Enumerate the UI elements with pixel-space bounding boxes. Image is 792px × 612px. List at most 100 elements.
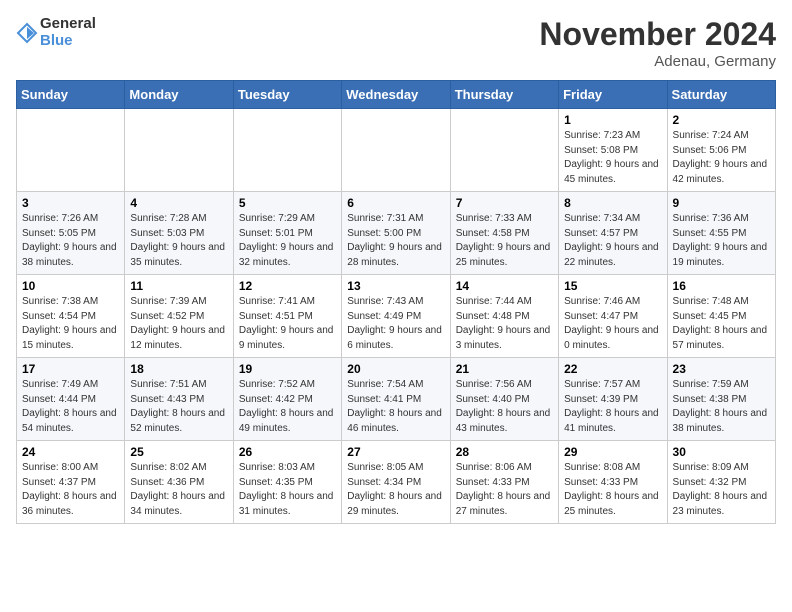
day-number: 28 xyxy=(456,445,553,459)
day-cell: 23 Sunrise: 7:59 AMSunset: 4:38 PMDayligh… xyxy=(667,358,775,441)
day-number: 6 xyxy=(347,196,444,210)
day-cell: 5 Sunrise: 7:29 AMSunset: 5:01 PMDaylight… xyxy=(233,192,341,275)
day-cell xyxy=(450,109,558,192)
day-cell: 17 Sunrise: 7:49 AMSunset: 4:44 PMDayligh… xyxy=(17,358,125,441)
day-info: Sunrise: 7:24 AMSunset: 5:06 PMDaylight:… xyxy=(673,129,770,187)
weekday-header-sunday: Sunday xyxy=(17,81,125,109)
day-cell: 15 Sunrise: 7:46 AMSunset: 4:47 PMDayligh… xyxy=(559,275,667,358)
title-area: November 2024 Adenau, Germany xyxy=(539,16,776,70)
day-cell: 25 Sunrise: 8:02 AMSunset: 4:36 PMDayligh… xyxy=(125,441,233,524)
weekday-header-row: SundayMondayTuesdayWednesdayThursdayFrid… xyxy=(17,81,776,109)
day-info: Sunrise: 8:02 AMSunset: 4:36 PMDaylight:… xyxy=(130,461,227,519)
day-number: 12 xyxy=(239,279,336,293)
day-info: Sunrise: 7:28 AMSunset: 5:03 PMDaylight:… xyxy=(130,212,227,270)
day-number: 16 xyxy=(673,279,770,293)
day-cell: 21 Sunrise: 7:56 AMSunset: 4:40 PMDayligh… xyxy=(450,358,558,441)
day-cell: 8 Sunrise: 7:34 AMSunset: 4:57 PMDaylight… xyxy=(559,192,667,275)
day-number: 25 xyxy=(130,445,227,459)
week-row-3: 10 Sunrise: 7:38 AMSunset: 4:54 PMDayligh… xyxy=(17,275,776,358)
day-number: 27 xyxy=(347,445,444,459)
day-info: Sunrise: 7:34 AMSunset: 4:57 PMDaylight:… xyxy=(564,212,661,270)
weekday-header-wednesday: Wednesday xyxy=(342,81,450,109)
day-cell xyxy=(17,109,125,192)
day-number: 19 xyxy=(239,362,336,376)
day-number: 23 xyxy=(673,362,770,376)
day-cell: 28Sunrise: 8:06 AMSunset: 4:33 PMDayligh… xyxy=(450,441,558,524)
day-info: Sunrise: 7:54 AMSunset: 4:41 PMDaylight:… xyxy=(347,378,444,436)
logo: General Blue xyxy=(16,16,96,49)
day-number: 21 xyxy=(456,362,553,376)
day-number: 14 xyxy=(456,279,553,293)
weekday-header-thursday: Thursday xyxy=(450,81,558,109)
day-number: 24 xyxy=(22,445,119,459)
day-info: Sunrise: 7:38 AMSunset: 4:54 PMDaylight:… xyxy=(22,295,119,353)
day-cell: 6 Sunrise: 7:31 AMSunset: 5:00 PMDaylight… xyxy=(342,192,450,275)
day-number: 11 xyxy=(130,279,227,293)
day-cell xyxy=(233,109,341,192)
day-info: Sunrise: 7:48 AMSunset: 4:45 PMDaylight:… xyxy=(673,295,770,353)
day-info: Sunrise: 7:39 AMSunset: 4:52 PMDaylight:… xyxy=(130,295,227,353)
day-number: 17 xyxy=(22,362,119,376)
day-number: 29 xyxy=(564,445,661,459)
day-info: Sunrise: 7:49 AMSunset: 4:44 PMDaylight:… xyxy=(22,378,119,436)
weekday-header-monday: Monday xyxy=(125,81,233,109)
day-number: 7 xyxy=(456,196,553,210)
day-info: Sunrise: 8:05 AMSunset: 4:34 PMDaylight:… xyxy=(347,461,444,519)
day-number: 2 xyxy=(673,113,770,127)
day-info: Sunrise: 7:31 AMSunset: 5:00 PMDaylight:… xyxy=(347,212,444,270)
day-cell: 12Sunrise: 7:41 AMSunset: 4:51 PMDayligh… xyxy=(233,275,341,358)
day-cell xyxy=(342,109,450,192)
day-number: 1 xyxy=(564,113,661,127)
day-info: Sunrise: 8:00 AMSunset: 4:37 PMDaylight:… xyxy=(22,461,119,519)
day-number: 10 xyxy=(22,279,119,293)
day-info: Sunrise: 7:33 AMSunset: 4:58 PMDaylight:… xyxy=(456,212,553,270)
day-number: 30 xyxy=(673,445,770,459)
day-number: 13 xyxy=(347,279,444,293)
day-info: Sunrise: 7:43 AMSunset: 4:49 PMDaylight:… xyxy=(347,295,444,353)
day-number: 4 xyxy=(130,196,227,210)
day-info: Sunrise: 7:51 AMSunset: 4:43 PMDaylight:… xyxy=(130,378,227,436)
day-info: Sunrise: 7:59 AMSunset: 4:38 PMDaylight:… xyxy=(673,378,770,436)
day-info: Sunrise: 7:44 AMSunset: 4:48 PMDaylight:… xyxy=(456,295,553,353)
day-info: Sunrise: 7:36 AMSunset: 4:55 PMDaylight:… xyxy=(673,212,770,270)
day-info: Sunrise: 7:46 AMSunset: 4:47 PMDaylight:… xyxy=(564,295,661,353)
day-number: 22 xyxy=(564,362,661,376)
day-info: Sunrise: 8:08 AMSunset: 4:33 PMDaylight:… xyxy=(564,461,661,519)
header: General Blue November 2024 Adenau, Germa… xyxy=(16,16,776,70)
day-cell: 2 Sunrise: 7:24 AMSunset: 5:06 PMDaylight… xyxy=(667,109,775,192)
day-number: 20 xyxy=(347,362,444,376)
day-cell: 19 Sunrise: 7:52 AMSunset: 4:42 PMDayligh… xyxy=(233,358,341,441)
day-cell: 9 Sunrise: 7:36 AMSunset: 4:55 PMDaylight… xyxy=(667,192,775,275)
day-number: 5 xyxy=(239,196,336,210)
day-info: Sunrise: 7:26 AMSunset: 5:05 PMDaylight:… xyxy=(22,212,119,270)
day-number: 3 xyxy=(22,196,119,210)
day-cell: 1 Sunrise: 7:23 AMSunset: 5:08 PMDaylight… xyxy=(559,109,667,192)
calendar-table: SundayMondayTuesdayWednesdayThursdayFrid… xyxy=(16,80,776,524)
day-cell: 14 Sunrise: 7:44 AMSunset: 4:48 PMDayligh… xyxy=(450,275,558,358)
day-cell: 30Sunrise: 8:09 AMSunset: 4:32 PMDayligh… xyxy=(667,441,775,524)
day-info: Sunrise: 7:56 AMSunset: 4:40 PMDaylight:… xyxy=(456,378,553,436)
day-cell: 3 Sunrise: 7:26 AMSunset: 5:05 PMDaylight… xyxy=(17,192,125,275)
week-row-5: 24 Sunrise: 8:00 AMSunset: 4:37 PMDayligh… xyxy=(17,441,776,524)
day-info: Sunrise: 7:52 AMSunset: 4:42 PMDaylight:… xyxy=(239,378,336,436)
day-cell: 10 Sunrise: 7:38 AMSunset: 4:54 PMDayligh… xyxy=(17,275,125,358)
day-cell: 26Sunrise: 8:03 AMSunset: 4:35 PMDayligh… xyxy=(233,441,341,524)
day-info: Sunrise: 7:23 AMSunset: 5:08 PMDaylight:… xyxy=(564,129,661,187)
day-cell: 11 Sunrise: 7:39 AMSunset: 4:52 PMDayligh… xyxy=(125,275,233,358)
day-number: 18 xyxy=(130,362,227,376)
day-number: 15 xyxy=(564,279,661,293)
weekday-header-friday: Friday xyxy=(559,81,667,109)
day-cell: 22Sunrise: 7:57 AMSunset: 4:39 PMDayligh… xyxy=(559,358,667,441)
day-cell: 18 Sunrise: 7:51 AMSunset: 4:43 PMDayligh… xyxy=(125,358,233,441)
weekday-header-tuesday: Tuesday xyxy=(233,81,341,109)
day-info: Sunrise: 7:29 AMSunset: 5:01 PMDaylight:… xyxy=(239,212,336,270)
week-row-2: 3 Sunrise: 7:26 AMSunset: 5:05 PMDaylight… xyxy=(17,192,776,275)
weekday-header-saturday: Saturday xyxy=(667,81,775,109)
week-row-4: 17 Sunrise: 7:49 AMSunset: 4:44 PMDayligh… xyxy=(17,358,776,441)
day-number: 9 xyxy=(673,196,770,210)
day-cell: 7 Sunrise: 7:33 AMSunset: 4:58 PMDaylight… xyxy=(450,192,558,275)
day-number: 8 xyxy=(564,196,661,210)
week-row-1: 1 Sunrise: 7:23 AMSunset: 5:08 PMDaylight… xyxy=(17,109,776,192)
day-cell xyxy=(125,109,233,192)
month-title: November 2024 xyxy=(539,16,776,53)
